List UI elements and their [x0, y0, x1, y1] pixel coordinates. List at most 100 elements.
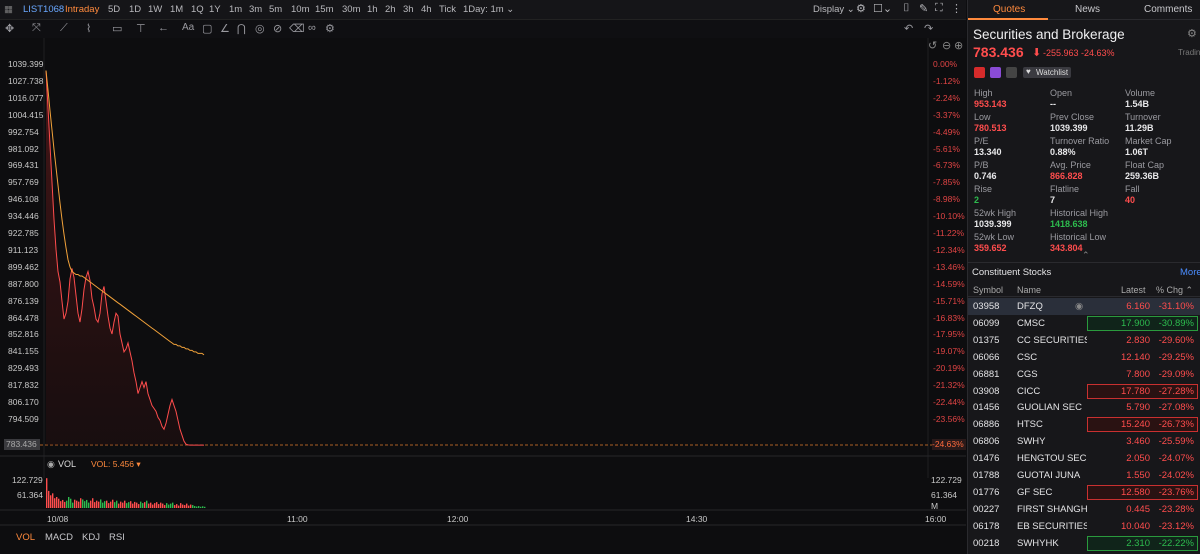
trash-icon[interactable]: ⌫: [289, 22, 305, 35]
volume-bar: [166, 503, 168, 508]
more-link[interactable]: More: [1180, 267, 1200, 278]
y-axis-left-label: 1039.399: [8, 59, 44, 69]
period-10m[interactable]: 10m: [291, 4, 309, 15]
arrow-icon[interactable]: ←: [158, 22, 169, 34]
undo-icon[interactable]: ↶: [904, 22, 913, 35]
period-5m[interactable]: 5m: [269, 4, 282, 15]
cell-name: CICC: [1017, 385, 1041, 397]
period-1y[interactable]: 1Y: [209, 4, 221, 15]
chart-canvas[interactable]: [0, 38, 966, 554]
table-row[interactable]: 01375 CC SECURITIES 2.830 -29.60%: [968, 332, 1200, 349]
cell-latest: 12.580: [1120, 486, 1150, 498]
period-5d[interactable]: 5D: [108, 4, 120, 15]
y-axis-right-label: -5.61%: [933, 143, 960, 154]
col-chg[interactable]: % Chg ⌃: [1156, 285, 1193, 296]
price-chart[interactable]: 1039.399 1027.738 1016.077 1004.415 992.754 9…: [0, 38, 966, 554]
period-1h[interactable]: 1h: [367, 4, 378, 15]
fullscreen-icon[interactable]: ⛶: [935, 2, 943, 15]
period-2h[interactable]: 2h: [385, 4, 396, 15]
display-menu[interactable]: Display ⌄: [813, 4, 855, 15]
table-row[interactable]: 06178 EB SECURITIES 10.040 -23.12%: [968, 518, 1200, 535]
lock-icon[interactable]: ⊘: [273, 22, 282, 35]
table-row[interactable]: 03958 DFZQ ◉ 6.160 -31.10%: [968, 298, 1200, 315]
table-row[interactable]: 06806 SWHY 3.460 -25.59%: [968, 433, 1200, 450]
detail-icon[interactable]: ◉: [1075, 301, 1083, 312]
panel-settings-icon[interactable]: ⚙: [1187, 27, 1197, 40]
period-30m[interactable]: 30m: [342, 4, 360, 15]
redo-icon[interactable]: ↷: [924, 22, 933, 35]
camera-icon[interactable]: ⌷: [903, 2, 910, 15]
period-1q[interactable]: 1Q: [191, 4, 204, 15]
collapse-icon[interactable]: ⌃: [1082, 250, 1090, 261]
table-row[interactable]: 00218 SWHYHK 2.310 -22.22%: [968, 535, 1200, 552]
price-change-pct: -24.63%: [1081, 48, 1115, 58]
table-row[interactable]: 00227 FIRST SHANGH 0.445 -23.28%: [968, 501, 1200, 518]
table-row[interactable]: 06099 CMSC 17.900 -30.89%: [968, 315, 1200, 332]
period-4h[interactable]: 4h: [421, 4, 432, 15]
col-latest[interactable]: Latest: [1121, 285, 1146, 295]
period-3m[interactable]: 3m: [249, 4, 262, 15]
period-1w[interactable]: 1W: [148, 4, 162, 15]
fib-icon[interactable]: ⊤: [136, 22, 146, 35]
indicator-tab-kdj[interactable]: KDJ: [82, 532, 100, 543]
table-row[interactable]: 06066 CSC 12.140 -29.25%: [968, 349, 1200, 366]
table-row[interactable]: 06881 CGS 7.800 -29.09%: [968, 366, 1200, 383]
stat-value: 953.143: [974, 99, 1007, 109]
tab-comments[interactable]: Comments: [1144, 4, 1192, 15]
watchlist-button[interactable]: ♥ Watchlist: [1023, 67, 1071, 78]
angle-icon[interactable]: ∠: [220, 22, 230, 35]
period-1d[interactable]: 1D: [129, 4, 141, 15]
indicator-tab-rsi[interactable]: RSI: [109, 532, 125, 543]
measure-icon[interactable]: ▭: [112, 22, 122, 35]
draw-pen-icon[interactable]: ✎: [919, 2, 928, 15]
table-row[interactable]: 01788 GUOTAI JUNA 1.550 -24.02%: [968, 467, 1200, 484]
table-row[interactable]: 01456 GUOLIAN SEC 5.790 -27.08%: [968, 399, 1200, 416]
table-row[interactable]: 01476 HENGTOU SEC 2.050 -24.07%: [968, 450, 1200, 467]
stat-value: 343.804: [1050, 243, 1083, 253]
symbol-label[interactable]: LIST1068: [23, 4, 64, 15]
trading-label: Trading: [1178, 48, 1200, 57]
tab-quotes[interactable]: Quotes: [993, 4, 1025, 15]
vol-eye-icon[interactable]: ◉: [47, 459, 55, 470]
more-icon[interactable]: ⋮: [951, 2, 962, 15]
period-1m[interactable]: 1m: [229, 4, 242, 15]
vol-value[interactable]: VOL: 5.456 ▾: [91, 459, 141, 470]
trendline-icon[interactable]: ⟋: [60, 22, 68, 35]
link-icon[interactable]: ∞: [308, 22, 316, 34]
zoom-out-icon[interactable]: ⊖: [942, 39, 951, 52]
cursor-icon[interactable]: ⤧: [32, 22, 41, 35]
magnet-icon[interactable]: ⋂: [237, 22, 246, 35]
crosshair-icon[interactable]: ✥: [5, 22, 14, 35]
zoom-in-icon[interactable]: ⊕: [954, 39, 963, 52]
period-1m[interactable]: 1M: [170, 4, 183, 15]
table-row[interactable]: 03908 CICC 17.780 -27.28%: [968, 383, 1200, 400]
indicator-tab-vol[interactable]: VOL: [16, 532, 35, 543]
current-price-tag-text: 783.436: [6, 439, 37, 449]
period-3h[interactable]: 3h: [403, 4, 414, 15]
draw-settings-icon[interactable]: ⚙: [325, 22, 335, 35]
period-15m[interactable]: 15m: [315, 4, 333, 15]
checkbox-icon[interactable]: ☐⌄: [873, 2, 892, 15]
cell-chg: -29.25%: [1158, 351, 1194, 363]
volume-bar: [60, 501, 62, 508]
volume-bar: [200, 506, 202, 508]
cell-name: EB SECURITIES: [1017, 520, 1087, 532]
indicator-tab-macd[interactable]: MACD: [45, 532, 73, 543]
tab-news[interactable]: News: [1075, 4, 1100, 15]
col-symbol[interactable]: Symbol: [973, 285, 1003, 295]
volume-bar: [82, 499, 84, 508]
table-row[interactable]: 06886 HTSC 15.240 -26.73%: [968, 416, 1200, 433]
settings-icon[interactable]: ⚙: [856, 2, 866, 15]
reset-zoom-icon[interactable]: ↺: [928, 39, 937, 52]
col-name[interactable]: Name: [1017, 285, 1041, 295]
comment-icon[interactable]: ▢: [202, 22, 212, 35]
period-tick[interactable]: Tick: [439, 4, 456, 15]
text-icon[interactable]: Aa: [182, 22, 194, 33]
polyline-icon[interactable]: ⌇: [86, 22, 91, 35]
eye-icon[interactable]: ◎: [255, 22, 265, 35]
interval-select[interactable]: 1Day: 1m ⌄: [463, 4, 514, 15]
period-intraday[interactable]: Intraday: [65, 4, 99, 15]
table-row[interactable]: 01776 GF SEC 12.580 -23.76%: [968, 484, 1200, 501]
volume-bar: [86, 499, 88, 508]
grid-icon[interactable]: ▦: [4, 4, 13, 15]
